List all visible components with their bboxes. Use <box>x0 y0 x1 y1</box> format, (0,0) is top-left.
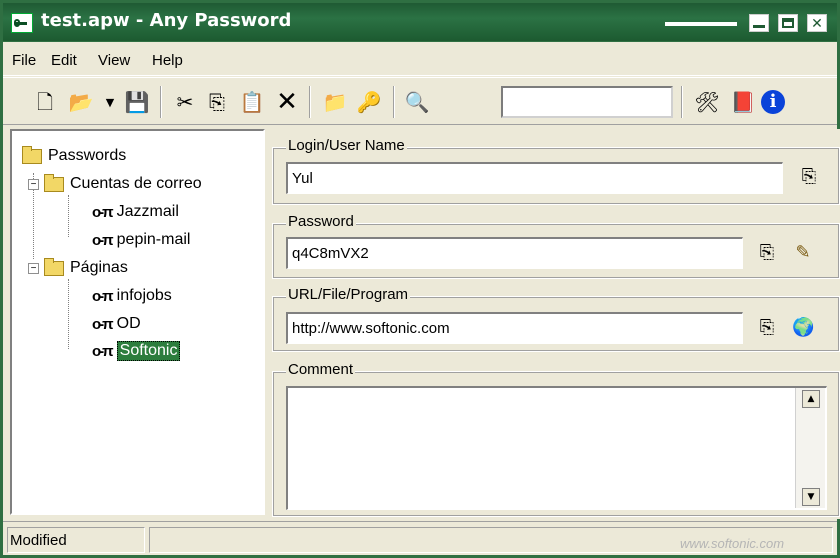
toolbar: 🗋 📂 ▼ 💾 ✂ ⎘ 📋 ✕ 📁 🔑 🔍 🛠 📕 i <box>3 77 837 125</box>
tree-folder-paginas[interactable]: − Páginas <box>28 255 128 281</box>
tree-root-label: Passwords <box>48 147 127 164</box>
generate-password-icon[interactable]: ✎ <box>792 243 814 263</box>
watermark-text: www.softonic.com <box>680 536 785 551</box>
tree-entry-od[interactable]: o-π OD <box>92 311 141 337</box>
key-icon: o-π <box>92 287 114 305</box>
new-key-icon[interactable]: 🔑 <box>355 88 383 116</box>
tree-folder-label: Cuentas de correo <box>70 175 202 192</box>
save-icon[interactable]: 💾 <box>123 88 151 116</box>
tree-root[interactable]: Passwords <box>22 143 126 169</box>
comment-label: Comment <box>286 361 356 378</box>
tree-entry-softonic[interactable]: o-π Softonic <box>92 338 181 364</box>
toolbar-separator <box>160 86 162 118</box>
title-bar[interactable]: test.apw - Any Password ✕ <box>3 3 837 41</box>
new-folder-icon[interactable]: 📁 <box>321 88 349 116</box>
open-icon[interactable]: 📂 <box>67 88 95 116</box>
scroll-up-icon[interactable]: ▲ <box>802 390 820 408</box>
close-button[interactable]: ✕ <box>807 14 827 32</box>
copy-login-icon[interactable]: ⎘ <box>798 167 820 187</box>
menu-edit[interactable]: Edit <box>51 52 77 69</box>
scroll-down-icon[interactable]: ▼ <box>802 488 820 506</box>
comment-scrollbar[interactable]: ▲ ▼ <box>795 388 825 508</box>
tree-folder-cuentas[interactable]: − Cuentas de correo <box>28 171 202 197</box>
copy-password-icon[interactable]: ⎘ <box>756 243 778 263</box>
tree-entry-label: pepin-mail <box>116 231 191 248</box>
new-icon[interactable]: 🗋 <box>31 88 59 116</box>
menu-bar: File Edit View Help <box>3 42 837 76</box>
maximize-icon <box>782 18 794 28</box>
open-url-globe-icon[interactable]: 🌍 <box>792 318 814 338</box>
key-icon: o-π <box>92 342 114 360</box>
comment-textarea[interactable] <box>286 386 827 510</box>
tools-icon[interactable]: 🛠 <box>693 88 721 116</box>
tree-folder-label: Páginas <box>70 259 128 276</box>
login-label: Login/User Name <box>286 137 407 154</box>
info-icon[interactable]: i <box>761 90 785 114</box>
find-icon[interactable]: 🔍 <box>403 88 431 116</box>
toolbar-separator <box>309 86 311 118</box>
dropdown-icon[interactable]: ▼ <box>102 88 118 116</box>
copy-icon[interactable]: ⎘ <box>203 88 231 116</box>
url-label: URL/File/Program <box>286 286 411 303</box>
collapse-icon[interactable]: − <box>28 178 39 190</box>
folder-icon <box>44 257 64 276</box>
password-field[interactable]: q4C8mVX2 <box>286 237 743 269</box>
collapse-icon[interactable]: − <box>28 262 39 274</box>
tree-entry-pepin-mail[interactable]: o-π pepin-mail <box>92 227 190 253</box>
menu-file[interactable]: File <box>12 52 36 69</box>
tree-entry-jazzmail[interactable]: o-π Jazzmail <box>92 199 179 225</box>
maximize-button[interactable] <box>778 14 798 32</box>
url-field[interactable]: http://www.softonic.com <box>286 312 743 344</box>
tree-entry-label-selected: Softonic <box>116 341 181 361</box>
tree-entry-label: infojobs <box>116 287 172 304</box>
menu-view[interactable]: View <box>98 52 130 69</box>
minimize-icon <box>753 25 765 28</box>
folder-icon <box>44 173 64 192</box>
toolbar-separator <box>681 86 683 118</box>
menu-help[interactable]: Help <box>152 52 183 69</box>
copy-url-icon[interactable]: ⎘ <box>756 318 778 338</box>
folder-icon <box>22 145 42 164</box>
key-icon: o-π <box>92 315 114 333</box>
tree-entry-infojobs[interactable]: o-π infojobs <box>92 283 172 309</box>
toolbar-search-input[interactable] <box>501 86 673 118</box>
title-bar-stripe <box>665 22 737 26</box>
tree-line <box>68 279 69 349</box>
login-field[interactable]: Yul <box>286 162 783 194</box>
minimize-button[interactable] <box>749 14 769 32</box>
status-text: Modified <box>7 527 145 553</box>
password-tree[interactable]: Passwords − Cuentas de correo o-π Jazzma… <box>10 129 265 515</box>
window-title: test.apw - Any Password <box>41 10 292 31</box>
paste-icon[interactable]: 📋 <box>238 88 266 116</box>
cut-icon[interactable]: ✂ <box>171 88 199 116</box>
tree-line <box>68 195 69 237</box>
close-icon: ✕ <box>811 16 823 32</box>
password-label: Password <box>286 213 356 230</box>
app-key-icon[interactable] <box>11 13 33 33</box>
delete-icon[interactable]: ✕ <box>273 88 301 116</box>
key-icon: o-π <box>92 231 114 249</box>
toolbar-separator <box>393 86 395 118</box>
key-icon: o-π <box>92 203 114 221</box>
tree-entry-label: OD <box>116 315 141 332</box>
tree-entry-label: Jazzmail <box>116 203 179 220</box>
help-book-icon[interactable]: 📕 <box>729 88 757 116</box>
details-panel: Login/User Name Yul ⎘ Password q4C8mVX2 … <box>272 129 840 519</box>
